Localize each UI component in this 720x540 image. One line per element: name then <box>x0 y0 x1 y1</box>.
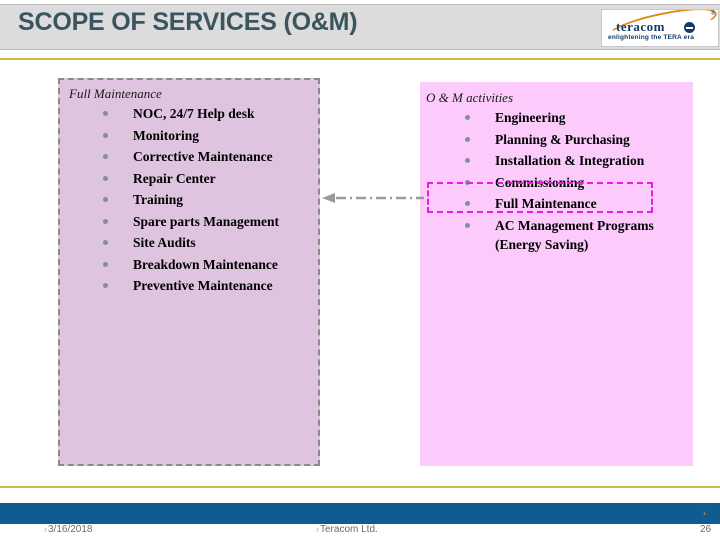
list-item: Installation & Integration <box>462 151 690 171</box>
footer-date: ›3/16/2018 <box>44 524 93 535</box>
connector-arrow-icon <box>322 193 424 203</box>
om-activities-list: Engineering Planning & Purchasing Instal… <box>462 108 690 257</box>
full-maintenance-list: NOC, 24/7 Help desk Monitoring Correctiv… <box>100 104 315 298</box>
page-marker-icon: › <box>703 508 706 518</box>
list-item: Spare parts Management <box>100 212 315 232</box>
footer-page-number: 26 <box>700 524 712 535</box>
list-item: AC Management Programs (Energy Saving) <box>462 216 690 255</box>
logo-tagline: enlightening the TERA era <box>608 34 695 41</box>
left-box-heading: Full Maintenance <box>69 86 162 101</box>
list-item: Site Audits <box>100 233 315 253</box>
list-item: Planning & Purchasing <box>462 130 690 150</box>
om-activities-box: O & M activities Engineering Planning & … <box>420 82 693 466</box>
divider-top <box>0 58 720 60</box>
footer-company: ›Teracom Ltd. <box>316 524 378 535</box>
list-item: Repair Center <box>100 169 315 189</box>
page-title: SCOPE OF SERVICES (O&M) <box>18 8 358 36</box>
right-box-heading: O & M activities <box>426 90 514 105</box>
teracom-logo: teracom enlightening the TERA era ® <box>601 9 719 47</box>
bullet-marker-icon: › <box>316 524 319 534</box>
logo-dot-icon <box>684 22 695 33</box>
logo-wordmark: teracom <box>616 19 665 34</box>
list-item: Corrective Maintenance <box>100 147 315 167</box>
list-item: Training <box>100 190 315 210</box>
list-item: NOC, 24/7 Help desk <box>100 104 315 124</box>
list-item-highlighted: Full Maintenance <box>462 194 690 214</box>
list-item: Breakdown Maintenance <box>100 255 315 275</box>
list-item: Monitoring <box>100 126 315 146</box>
registered-trademark-icon: ® <box>710 11 715 17</box>
footer-date-value: 3/16/2018 <box>48 524 93 535</box>
full-maintenance-box: Full Maintenance NOC, 24/7 Help desk Mon… <box>58 78 320 466</box>
list-item: Engineering <box>462 108 690 128</box>
divider-bottom <box>0 486 720 488</box>
list-item: Preventive Maintenance <box>100 276 315 296</box>
footer-company-value: Teracom Ltd. <box>320 524 378 535</box>
footer-bar <box>0 503 720 524</box>
bullet-marker-icon: › <box>44 524 47 534</box>
list-item: Commissioning <box>462 173 690 193</box>
